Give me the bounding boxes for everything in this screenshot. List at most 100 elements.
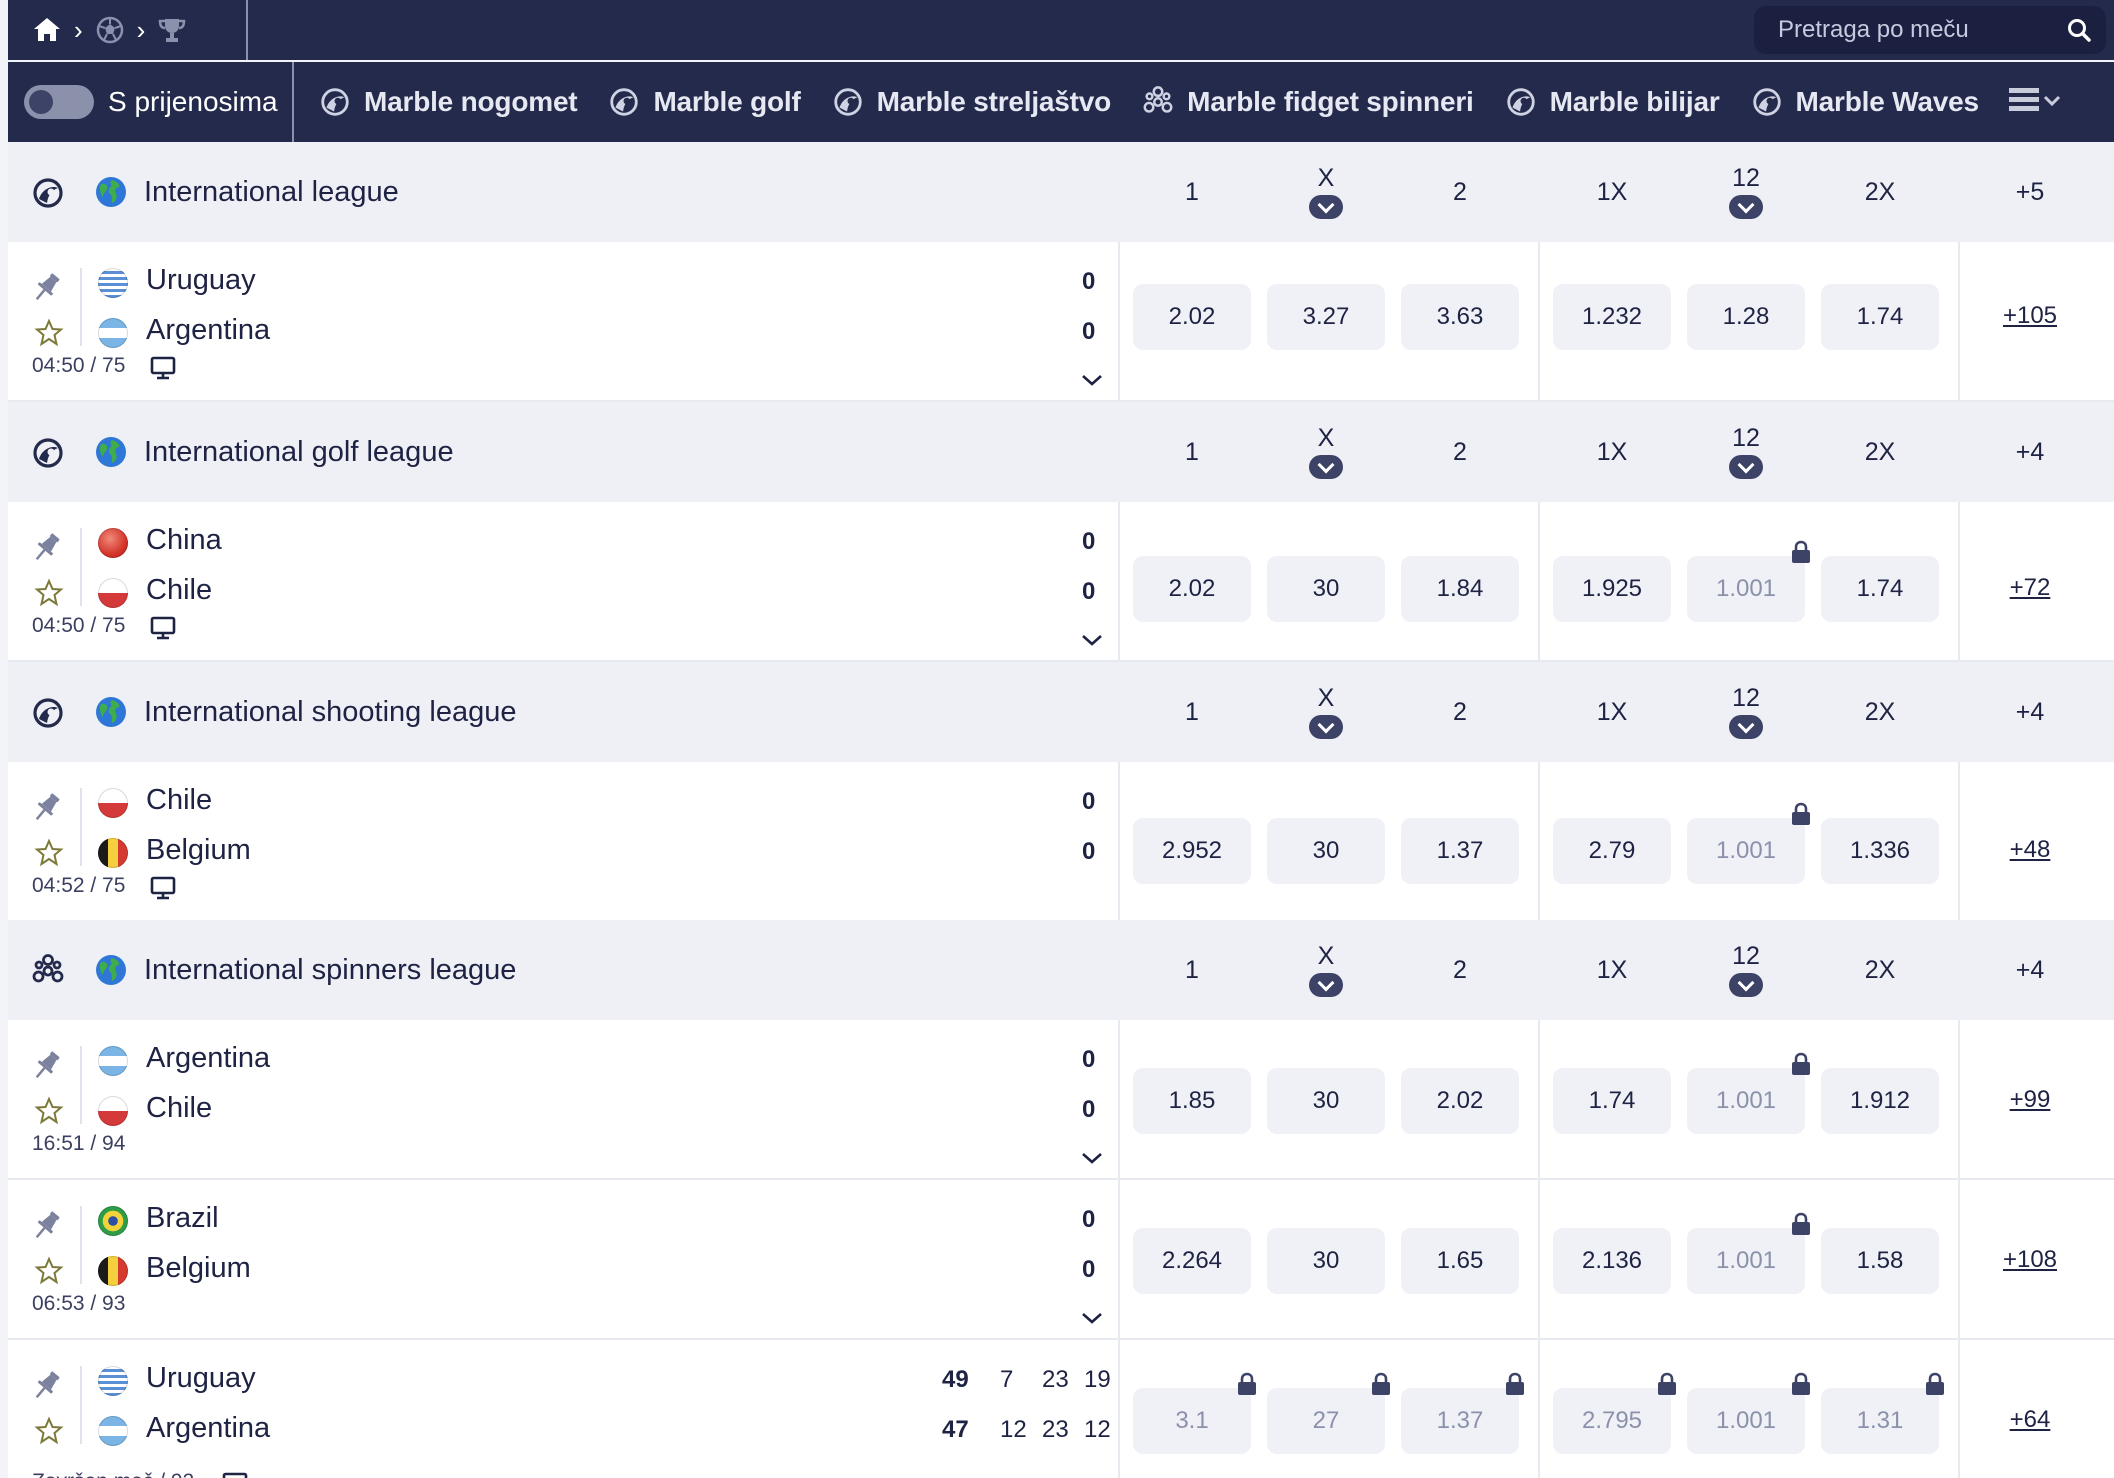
match-row[interactable]: Uruguay 0 Argentina 0 04:50 / 75 2.02 3.27 3.63…: [8, 242, 2114, 402]
match-row[interactable]: Uruguay 49 7 23 19 Argentina 47 12 23 12 Završen m…: [8, 1340, 2114, 1478]
column-header-x[interactable]: X: [1286, 942, 1366, 997]
favorite-star-icon[interactable]: [34, 318, 64, 348]
odd-button-2[interactable]: 1.65: [1401, 1228, 1519, 1294]
column-header-x[interactable]: X: [1286, 164, 1366, 219]
odd-button-1[interactable]: 1.85: [1133, 1068, 1251, 1134]
odd-button-2x[interactable]: 1.58: [1821, 1228, 1939, 1294]
more-markets-link[interactable]: +99: [1990, 1086, 2070, 1114]
odd-button-2[interactable]: 1.84: [1401, 556, 1519, 622]
favorite-star-icon[interactable]: [34, 578, 64, 608]
stream-toggle[interactable]: [24, 85, 94, 119]
chevron-down-icon[interactable]: [1729, 455, 1763, 479]
home-icon[interactable]: [30, 13, 64, 47]
pin-icon[interactable]: [30, 1368, 64, 1402]
globe-icon: [94, 435, 128, 469]
match-row[interactable]: China 0 Chile 0 04:50 / 75 2.02 30 1.84 1.925 1.0…: [8, 502, 2114, 662]
column-header-12[interactable]: 12: [1706, 684, 1786, 739]
tv-stream-icon[interactable]: [222, 1472, 248, 1478]
odd-button-2x[interactable]: 1.912: [1821, 1068, 1939, 1134]
odd-button-1: 3.1: [1133, 1388, 1251, 1454]
tv-stream-icon[interactable]: [150, 616, 176, 640]
expand-chevron-icon[interactable]: [1080, 1150, 1104, 1166]
tv-stream-icon[interactable]: [150, 356, 176, 380]
more-sports-menu[interactable]: [2005, 84, 2065, 120]
column-header-12[interactable]: 12: [1706, 424, 1786, 479]
chevron-down-icon[interactable]: [1309, 195, 1343, 219]
favorite-star-icon[interactable]: [34, 1256, 64, 1286]
odd-button-1[interactable]: 2.264: [1133, 1228, 1251, 1294]
odd-button-1x[interactable]: 2.79: [1553, 818, 1671, 884]
more-markets-link[interactable]: +72: [1990, 574, 2070, 602]
odd-button-1x[interactable]: 1.232: [1553, 284, 1671, 350]
odd-button-1[interactable]: 2.952: [1133, 818, 1251, 884]
more-markets-link[interactable]: +64: [1990, 1406, 2070, 1434]
league-header[interactable]: International golf league 1 X 2 1X 12 2X +4: [8, 402, 2114, 502]
pin-icon[interactable]: [30, 1208, 64, 1242]
odd-button-1x[interactable]: 1.925: [1553, 556, 1671, 622]
match-row[interactable]: Brazil 0 Belgium 0 06:53 / 93 2.264 30 1.65 2.13…: [8, 1180, 2114, 1340]
odd-button-x[interactable]: 3.27: [1267, 284, 1385, 350]
soccer-ball-icon[interactable]: [93, 13, 127, 47]
flag-icon: [98, 318, 128, 348]
away-team-name: Belgium: [146, 834, 251, 866]
pin-icon[interactable]: [30, 790, 64, 824]
expand-chevron-icon[interactable]: [1080, 632, 1104, 648]
column-header-2x: 2X: [1840, 698, 1920, 727]
search-icon[interactable]: [2066, 17, 2092, 43]
odd-button-1x[interactable]: 2.136: [1553, 1228, 1671, 1294]
column-header-label: 1X: [1596, 178, 1628, 206]
more-markets-link[interactable]: +48: [1990, 836, 2070, 864]
column-header-12[interactable]: 12: [1706, 942, 1786, 997]
odd-button-2x[interactable]: 1.74: [1821, 556, 1939, 622]
sport-tab-2[interactable]: Marble golf: [607, 85, 801, 119]
match-row[interactable]: Chile 0 Belgium 0 04:52 / 75 2.952 30 1.37 2.79 1…: [8, 762, 2114, 922]
sport-tab-3[interactable]: Marble streljaštvo: [831, 85, 1111, 119]
favorite-star-icon[interactable]: [34, 1416, 64, 1446]
sport-tab-5[interactable]: Marble bilijar: [1504, 85, 1720, 119]
pin-icon[interactable]: [30, 1048, 64, 1082]
pin-icon[interactable]: [30, 270, 64, 304]
more-markets-link[interactable]: +108: [1990, 1246, 2070, 1274]
column-header-12[interactable]: 12: [1706, 164, 1786, 219]
column-header-x[interactable]: X: [1286, 684, 1366, 739]
favorite-star-icon[interactable]: [34, 838, 64, 868]
more-markets-link[interactable]: +105: [1990, 302, 2070, 330]
search-input[interactable]: [1778, 16, 2058, 44]
chevron-down-icon[interactable]: [1729, 195, 1763, 219]
pin-icon[interactable]: [30, 530, 64, 564]
league-header[interactable]: International spinners league 1 X 2 1X 12 2X +4: [8, 920, 2114, 1020]
league-header[interactable]: International league 1 X 2 1X 12 2X +5: [8, 142, 2114, 242]
odd-button-1x[interactable]: 1.74: [1553, 1068, 1671, 1134]
marble-golf-icon: [30, 435, 66, 471]
favorite-star-icon[interactable]: [34, 1096, 64, 1126]
search-box[interactable]: [1754, 6, 2106, 54]
odd-button-1[interactable]: 2.02: [1133, 556, 1251, 622]
chevron-down-icon[interactable]: [1309, 715, 1343, 739]
expand-chevron-icon[interactable]: [1080, 372, 1104, 388]
odd-button-2[interactable]: 1.37: [1401, 818, 1519, 884]
sport-tab-4[interactable]: Marble fidget spinneri: [1141, 85, 1474, 119]
tv-stream-icon[interactable]: [150, 876, 176, 900]
sport-tab-1[interactable]: Marble nogomet: [318, 85, 578, 119]
odd-button-2x[interactable]: 1.336: [1821, 818, 1939, 884]
chevron-down-icon[interactable]: [1729, 973, 1763, 997]
odd-button-12[interactable]: 1.28: [1687, 284, 1805, 350]
trophy-icon[interactable]: [155, 13, 189, 47]
odd-button-2x[interactable]: 1.74: [1821, 284, 1939, 350]
odd-button-x[interactable]: 30: [1267, 818, 1385, 884]
sport-tab-6[interactable]: Marble Waves: [1750, 85, 1979, 119]
odd-button-x[interactable]: 30: [1267, 556, 1385, 622]
lock-icon: [1790, 1212, 1812, 1236]
odd-button-2[interactable]: 3.63: [1401, 284, 1519, 350]
expand-chevron-icon[interactable]: [1080, 1310, 1104, 1326]
match-row[interactable]: Argentina 0 Chile 0 16:51 / 94 1.85 30 2.02 1.74…: [8, 1020, 2114, 1180]
chevron-down-icon[interactable]: [1729, 715, 1763, 739]
chevron-down-icon[interactable]: [1309, 455, 1343, 479]
chevron-down-icon[interactable]: [1309, 973, 1343, 997]
odd-button-x[interactable]: 30: [1267, 1228, 1385, 1294]
column-header-x[interactable]: X: [1286, 424, 1366, 479]
league-header[interactable]: International shooting league 1 X 2 1X 12 2X +4: [8, 662, 2114, 762]
odd-button-1[interactable]: 2.02: [1133, 284, 1251, 350]
odd-button-x[interactable]: 30: [1267, 1068, 1385, 1134]
odd-button-2[interactable]: 2.02: [1401, 1068, 1519, 1134]
